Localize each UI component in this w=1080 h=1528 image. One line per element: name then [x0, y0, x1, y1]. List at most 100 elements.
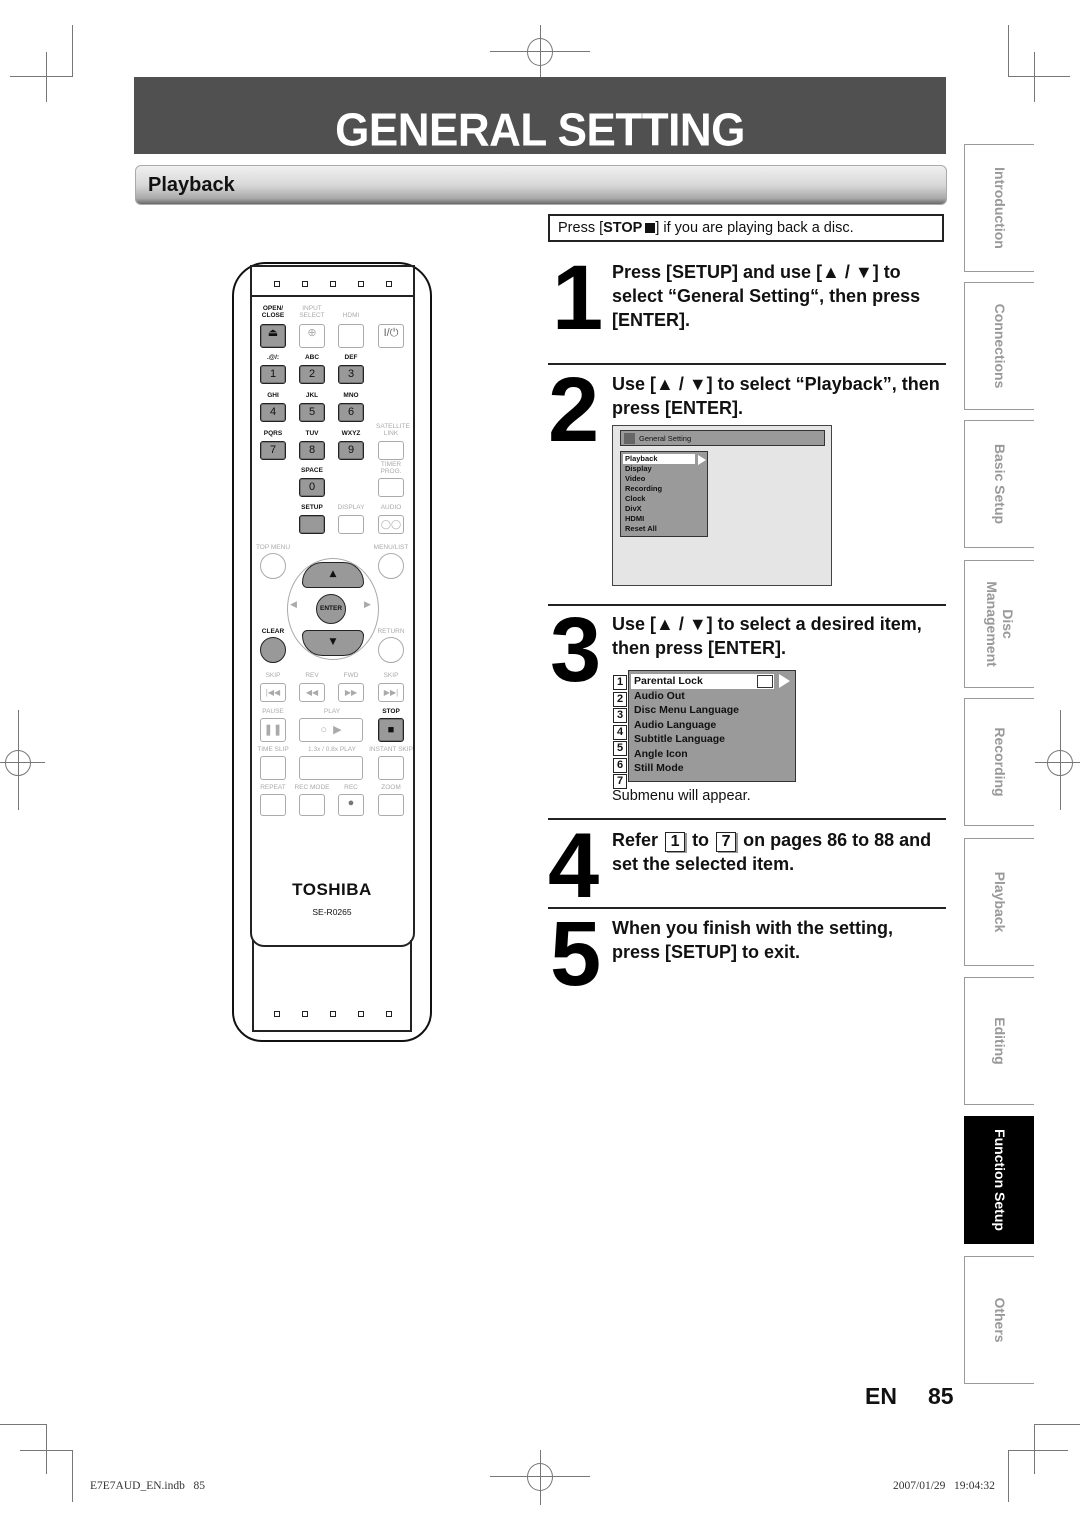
- menu-item-hdmi[interactable]: HDMI: [621, 514, 707, 524]
- crop-mark: [20, 1450, 72, 1451]
- skip-back-button[interactable]: |◀◀: [260, 683, 286, 702]
- tab-recording[interactable]: Recording: [964, 698, 1034, 826]
- menu-item-still-mode[interactable]: Still Mode: [629, 761, 795, 776]
- digit-4-button[interactable]: 4: [260, 403, 286, 422]
- step-4-text: Refer 1 to 7 on pages 86 to 88 and set t…: [612, 830, 932, 874]
- rev-button[interactable]: ◀◀: [299, 683, 325, 702]
- power-icon: I/⏻: [383, 327, 399, 339]
- input-select-button[interactable]: ⊕: [299, 324, 325, 348]
- label-space: SPACE: [301, 467, 323, 474]
- arrow-left-icon: ◀: [290, 600, 297, 610]
- menu-item-audio-out[interactable]: Audio Out: [629, 689, 795, 704]
- up-button[interactable]: ▲: [302, 562, 364, 588]
- model-number: SE-R0265: [312, 907, 352, 917]
- menu-item-parental-lock[interactable]: Parental Lock: [631, 674, 774, 689]
- divider: [548, 818, 946, 820]
- menu-item-audio-language[interactable]: Audio Language: [629, 718, 795, 733]
- label-play: PLAY: [323, 708, 341, 715]
- tab-playback[interactable]: Playback: [964, 838, 1034, 966]
- enter-button[interactable]: ENTER: [316, 594, 346, 624]
- digit-8-button[interactable]: 8: [299, 441, 325, 460]
- tab-editing[interactable]: Editing: [964, 977, 1034, 1105]
- digit-5-button[interactable]: 5: [299, 403, 325, 422]
- fwd-button[interactable]: ▶▶: [338, 683, 364, 702]
- top-menu-button[interactable]: [260, 553, 286, 579]
- open-close-button[interactable]: ⏏: [260, 324, 286, 348]
- down-button[interactable]: ▼: [302, 630, 364, 656]
- label-zoom: ZOOM: [381, 784, 401, 791]
- menu-item-disc-menu-language[interactable]: Disc Menu Language: [629, 703, 795, 718]
- right-button[interactable]: ▶: [364, 600, 371, 610]
- brand-logo: TOSHIBA: [292, 880, 372, 899]
- label-key: DEF: [344, 354, 358, 361]
- skip-forward-icon: ▶▶|: [383, 688, 399, 697]
- rewind-icon: ◀◀: [305, 688, 319, 697]
- time-slip-button[interactable]: [260, 756, 286, 780]
- arrow-down-icon: ▼: [329, 637, 337, 647]
- menu-item-clock[interactable]: Clock: [621, 494, 707, 504]
- registration-circle: [527, 1463, 553, 1491]
- label-pause: PAUSE: [262, 708, 284, 715]
- crop-mark: [1034, 52, 1035, 102]
- tab-introduction[interactable]: Introduction: [964, 144, 1034, 272]
- skip-fwd-button[interactable]: ▶▶|: [378, 683, 404, 702]
- input-icon: ⊕: [307, 327, 317, 339]
- tab-basic-setup[interactable]: Basic Setup: [964, 420, 1034, 548]
- label-instant-skip: INSTANT SKIP: [369, 746, 413, 753]
- satellite-link-button[interactable]: [378, 441, 404, 460]
- menu-item-angle-icon[interactable]: Angle Icon: [629, 747, 795, 762]
- submenu-caption: Submenu will appear.: [612, 788, 751, 804]
- step-number: 2: [548, 359, 599, 461]
- label-hdmi: HDMI: [342, 312, 360, 319]
- step-number: 5: [550, 903, 601, 1005]
- crop-mark: [1008, 1450, 1068, 1451]
- digit-7-button[interactable]: 7: [260, 441, 286, 460]
- item-number: 6: [613, 757, 627, 773]
- menu-item-recording[interactable]: Recording: [621, 484, 707, 494]
- clear-button[interactable]: [260, 637, 286, 663]
- power-button[interactable]: I/⏻: [378, 324, 404, 348]
- triangle-right-icon: [698, 455, 706, 465]
- rec-mode-button[interactable]: [299, 794, 325, 816]
- crop-mark: [1008, 25, 1009, 77]
- remote-led: [358, 1011, 364, 1017]
- digit-2-button[interactable]: 2: [299, 365, 325, 384]
- return-button[interactable]: [378, 637, 404, 663]
- remote-battery-cover: [252, 940, 412, 1032]
- tab-others[interactable]: Others: [964, 1256, 1034, 1384]
- menu-item-subtitle-language[interactable]: Subtitle Language: [629, 732, 795, 747]
- instant-skip-button[interactable]: [378, 756, 404, 780]
- crop-mark: [46, 1424, 47, 1474]
- digit-6-button[interactable]: 6: [338, 403, 364, 422]
- pause-button[interactable]: ❚❚: [260, 718, 286, 742]
- repeat-button[interactable]: [260, 794, 286, 816]
- left-button[interactable]: ◀: [290, 600, 297, 610]
- digit-0-button[interactable]: 0: [299, 478, 325, 497]
- timer-prog-button[interactable]: [378, 478, 404, 497]
- menu-item-video[interactable]: Video: [621, 474, 707, 484]
- tab-disc-management[interactable]: Disc Management: [964, 560, 1034, 688]
- tab-function-setup[interactable]: Function Setup: [964, 1116, 1034, 1244]
- rec-button[interactable]: ●: [338, 794, 364, 816]
- digit-1-button[interactable]: 1: [260, 365, 286, 384]
- menu-item-playback[interactable]: Playback: [623, 454, 695, 464]
- stop-icon: [645, 223, 656, 233]
- stop-button[interactable]: ■: [378, 718, 404, 742]
- tab-connections[interactable]: Connections: [964, 282, 1034, 410]
- menu-list-button[interactable]: [378, 553, 404, 579]
- remote-led: [330, 281, 336, 287]
- play-speed-button[interactable]: [299, 756, 363, 780]
- zoom-button[interactable]: [378, 794, 404, 816]
- stop-square-icon: ■: [387, 724, 395, 736]
- display-button[interactable]: [338, 515, 364, 534]
- digit-9-button[interactable]: 9: [338, 441, 364, 460]
- setup-button[interactable]: [299, 515, 325, 534]
- digit-3-button[interactable]: 3: [338, 365, 364, 384]
- menu-item-divx[interactable]: DivX: [621, 504, 707, 514]
- menu-item-display[interactable]: Display: [621, 464, 707, 474]
- hdmi-button[interactable]: [338, 324, 364, 348]
- play-button[interactable]: ○ ▶: [299, 718, 363, 742]
- step-number: 1: [552, 247, 603, 349]
- audio-button[interactable]: ◯◯: [378, 515, 404, 534]
- menu-item-reset-all[interactable]: Reset All: [621, 524, 707, 534]
